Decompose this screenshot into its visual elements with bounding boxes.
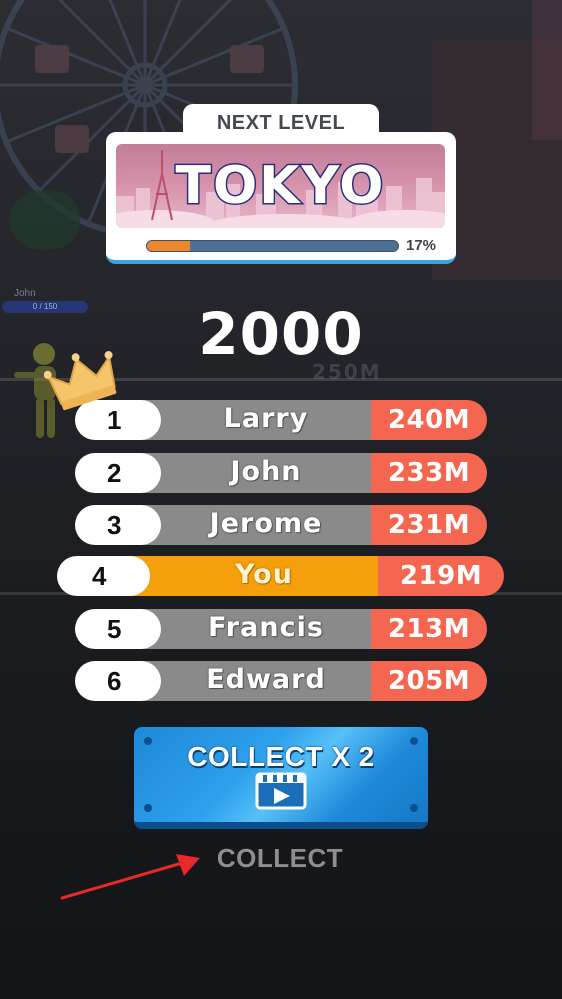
leaderboard-row: 213M 5 Francis [75,609,487,649]
leaderboard-rank: 3 [75,505,161,545]
city-name: TOKYO [174,155,386,218]
leaderboard-distance: 231M [371,505,487,545]
leaderboard-player-name: Edward [206,664,326,695]
leaderboard-row-you: 219M 4 You [57,556,504,598]
leaderboard-distance: 205M [371,661,487,701]
leaderboard-row: 205M 6 Edward [75,661,487,701]
level-progress-percent: 17% [406,237,437,254]
leaderboard-player-name: John [230,456,302,487]
crown-icon [44,351,117,411]
leaderboard-distance: 233M [371,453,487,493]
next-level-card: TOKYO 17% [106,132,456,264]
collect-x2-label: COLLECT X 2 [187,741,375,772]
leaderboard-distance: 213M [371,609,487,649]
leaderboard-player-name: Jerome [209,508,323,539]
collect-x2-button[interactable]: COLLECT X 2 [134,727,428,829]
player-nametag-name: John [14,288,36,299]
leaderboard-rank: 2 [75,453,161,493]
leaderboard-distance: 240M [371,400,487,440]
rivet [410,804,418,812]
tree-background [10,190,80,250]
leaderboard-player-name: Francis [208,612,324,643]
leaderboard-distance: 219M [378,556,504,596]
leaderboard-player-name: You [235,559,293,590]
rivet [144,804,152,812]
building-background [532,0,562,140]
game-results-screen: 250M John 0 / 150 NEXT LEVEL TOKYO 17% 2… [0,0,562,999]
red-arrow-annotation [60,854,200,900]
leaderboard-row: 240M 1 Larry [75,400,487,440]
leaderboard-row: 231M 3 Jerome [75,505,487,545]
leaderboard-rank: 5 [75,609,161,649]
leaderboard-row: 233M 2 John [75,453,487,493]
leaderboard-rank: 4 [57,556,150,596]
video-play-icon [255,772,307,810]
leaderboard-rank: 6 [75,661,161,701]
leaderboard-player-name: Larry [223,403,309,434]
collect-button[interactable]: COLLECT [180,843,380,874]
level-progress-bar [146,240,399,252]
level-progress-fill [147,241,190,251]
city-banner: TOKYO [116,144,445,228]
